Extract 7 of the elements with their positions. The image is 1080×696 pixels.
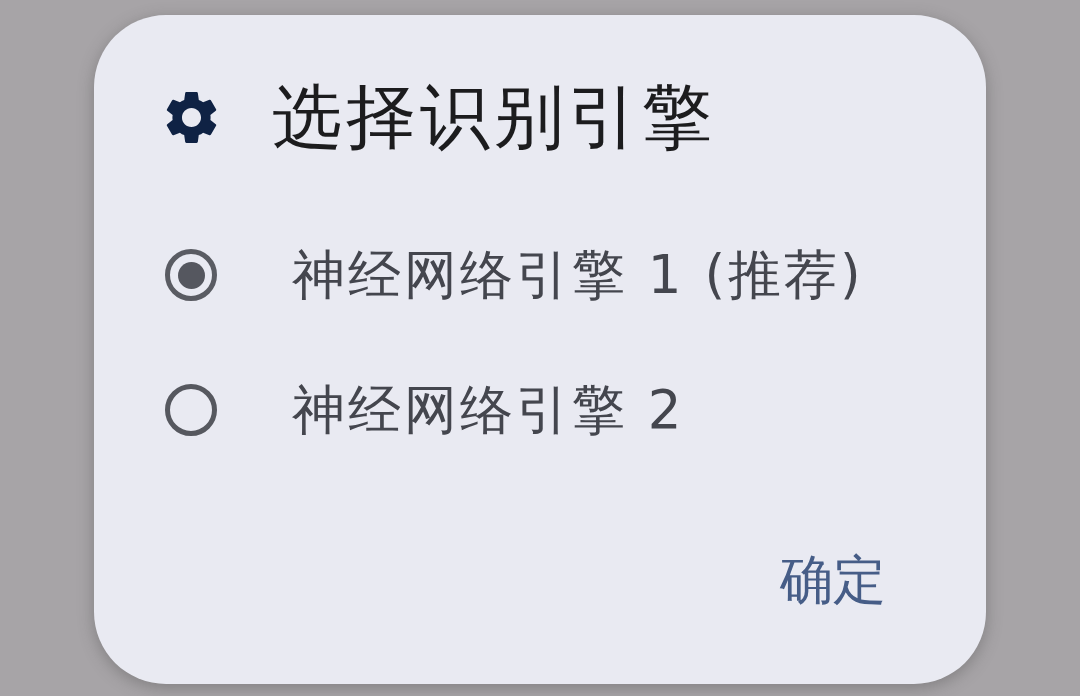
radio-button[interactable] — [165, 249, 217, 301]
option-label[interactable]: 神经网络引擎 1 (推荐) — [292, 242, 864, 308]
radio-button[interactable] — [165, 384, 217, 436]
option-label[interactable]: 神经网络引擎 2 — [292, 377, 685, 443]
settings-icon — [165, 90, 218, 144]
dialog-title: 选择识别引擎 — [272, 82, 716, 152]
confirm-button[interactable]: 确定 — [780, 550, 886, 610]
